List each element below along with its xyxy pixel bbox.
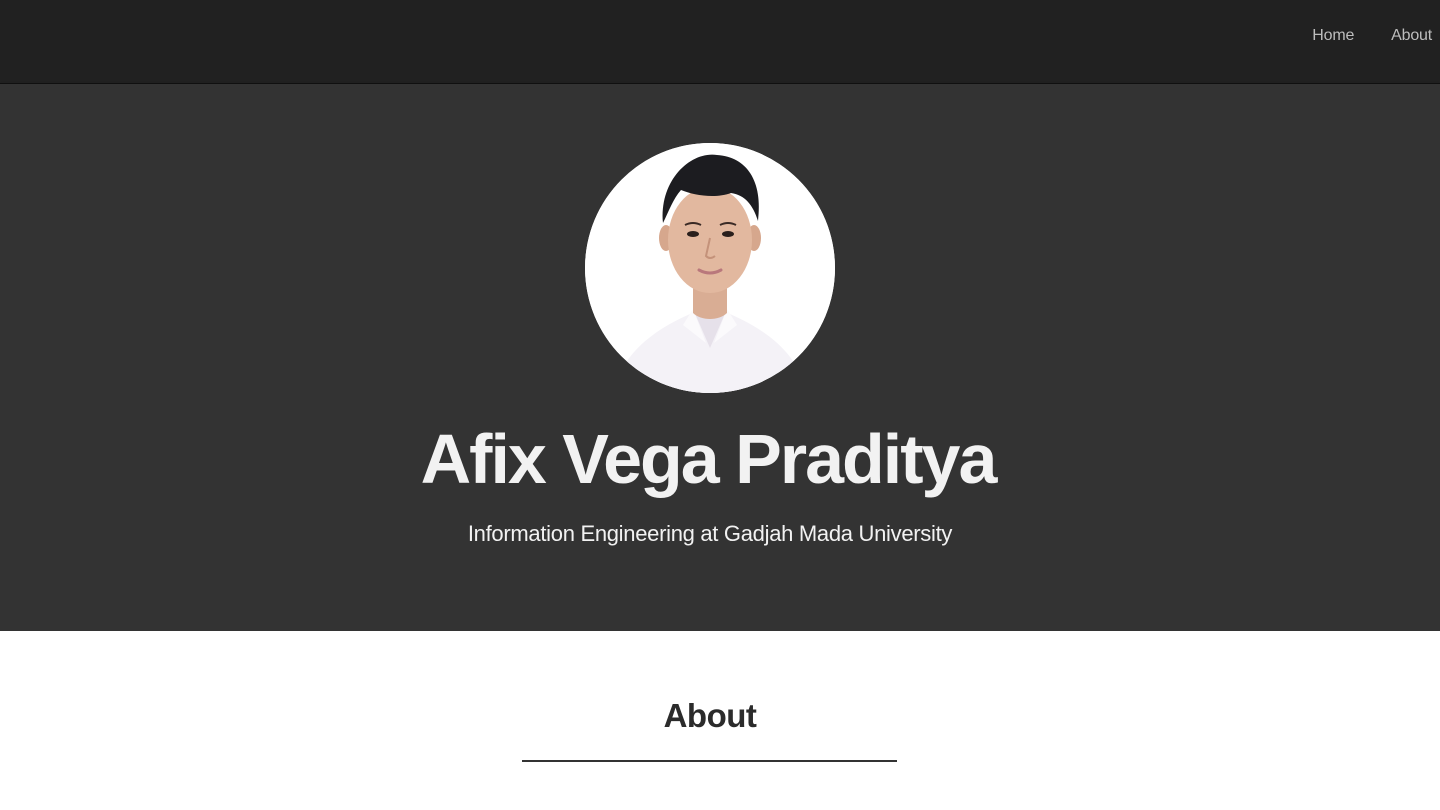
about-heading: About [663,697,757,734]
profile-photo-icon [585,143,835,393]
nav-link-about[interactable]: About [1391,27,1432,45]
about-section: About [0,631,1440,810]
nav-link-home[interactable]: Home [1312,27,1354,45]
about-divider [522,760,897,762]
hero-subtitle: Information Engineering at Gadjah Mada U… [467,521,953,546]
profile-avatar [585,143,835,393]
top-navbar: Home About [0,0,1440,84]
hero-name: Afix Vega Praditya [420,420,998,498]
nav-links: Home About [1312,27,1432,45]
hero-section: Afix Vega Praditya Information Engineeri… [0,84,1440,631]
